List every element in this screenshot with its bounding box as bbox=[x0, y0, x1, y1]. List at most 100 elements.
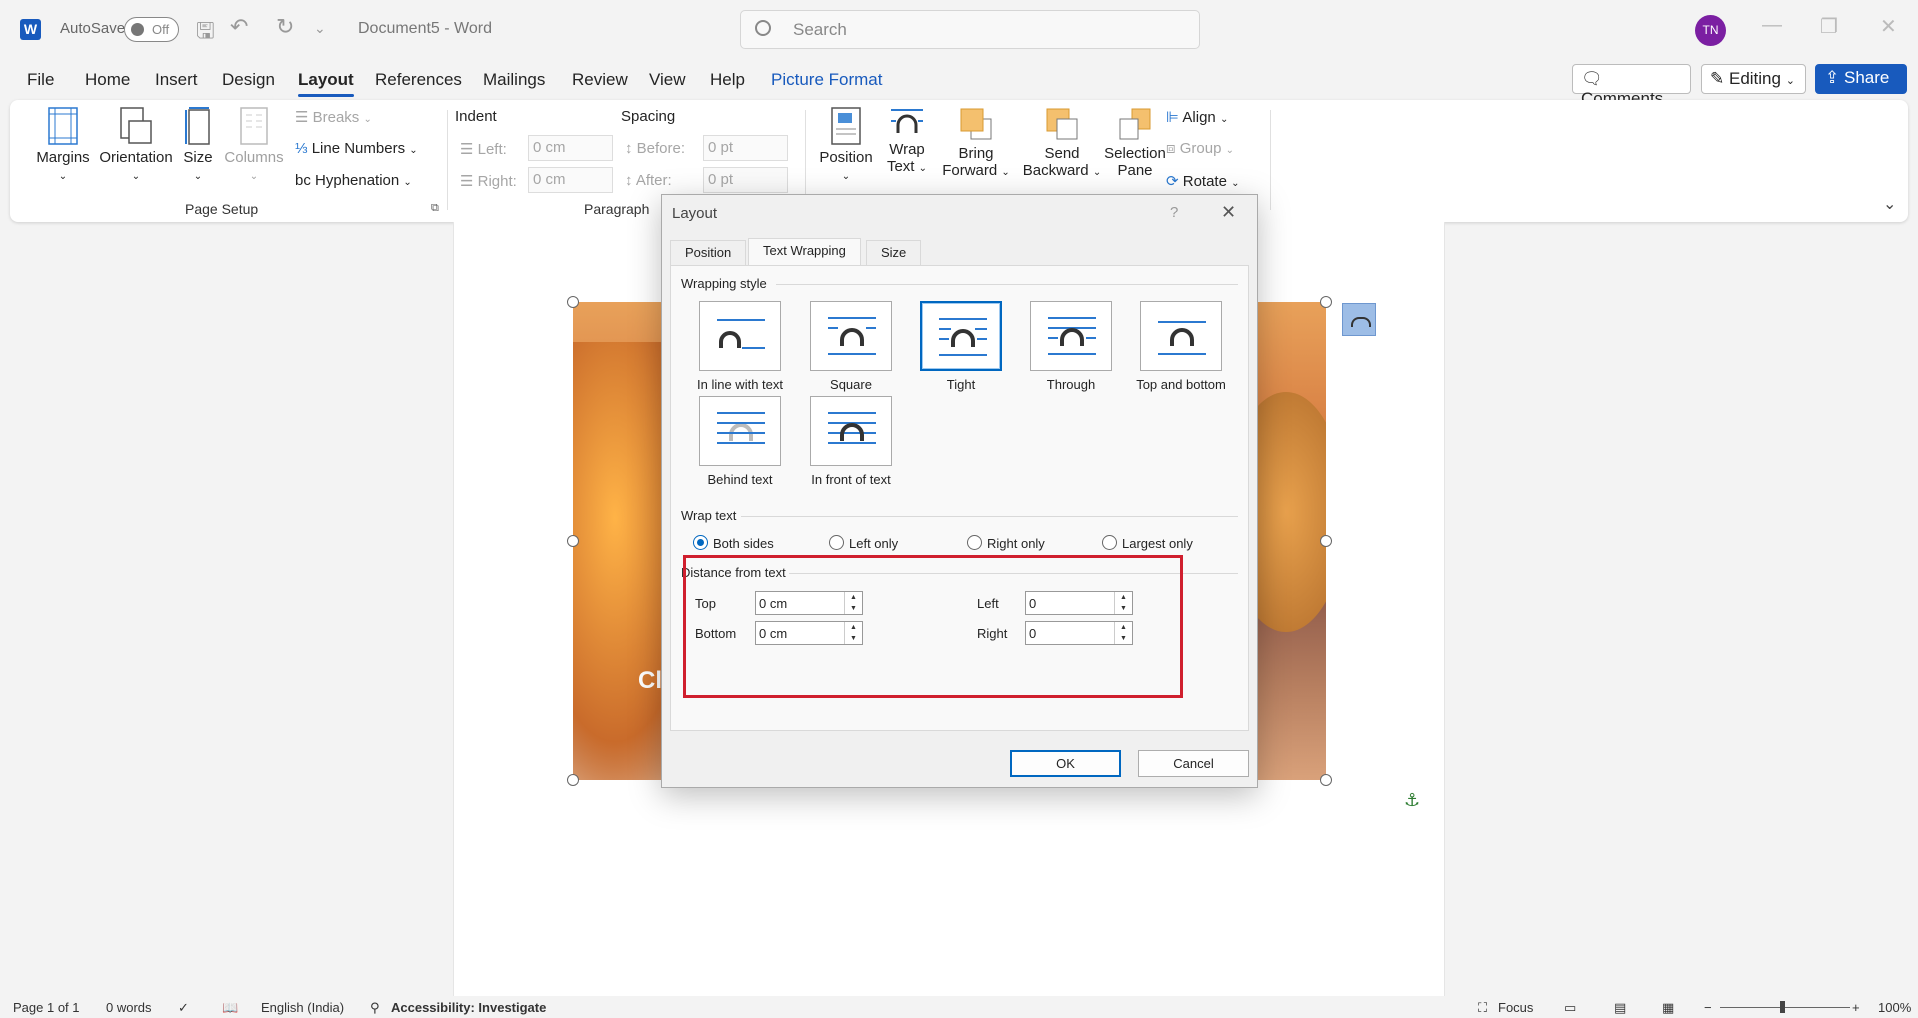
radio-right-only[interactable] bbox=[967, 535, 982, 550]
hyphenation-button[interactable]: bc Hyphenation ⌄ bbox=[295, 172, 412, 189]
selection-pane-button[interactable]: Selection Pane bbox=[1100, 107, 1170, 179]
send-backward-label-1: Send bbox=[1044, 145, 1080, 162]
wrap-style-inline[interactable] bbox=[699, 301, 781, 371]
indent-left-input[interactable]: 0 cm bbox=[528, 135, 613, 161]
proofing-icon[interactable]: ✓ bbox=[178, 1000, 189, 1016]
editing-label: Editing bbox=[1728, 69, 1781, 88]
close-icon[interactable]: ✕ bbox=[1221, 202, 1236, 223]
line-numbers-label: Line Numbers bbox=[311, 140, 406, 157]
print-layout-icon[interactable]: ▤ bbox=[1614, 1000, 1626, 1016]
resize-handle[interactable] bbox=[567, 774, 579, 786]
tab-file[interactable]: File bbox=[27, 70, 54, 90]
zoom-slider[interactable] bbox=[1720, 1007, 1850, 1008]
section-divider bbox=[741, 516, 1238, 517]
pencil-icon: ✎ bbox=[1710, 69, 1725, 88]
indent-right-input[interactable]: 0 cm bbox=[528, 167, 613, 193]
tab-insert[interactable]: Insert bbox=[155, 70, 198, 90]
redo-icon[interactable]: ↻ bbox=[276, 14, 294, 40]
share-button[interactable]: ⇪ Share bbox=[1815, 64, 1907, 94]
tab-references[interactable]: References bbox=[375, 70, 462, 90]
customize-qat-icon[interactable]: ⌄ bbox=[314, 20, 326, 37]
resize-handle[interactable] bbox=[1320, 535, 1332, 547]
wrap-text-button[interactable]: Wrap Text ⌄ bbox=[882, 107, 932, 175]
radio-largest-only[interactable] bbox=[1102, 535, 1117, 550]
orientation-button[interactable]: Orientation ⌄ bbox=[88, 107, 184, 183]
tab-view[interactable]: View bbox=[649, 70, 686, 90]
close-window-icon[interactable]: ✕ bbox=[1880, 14, 1897, 39]
columns-button[interactable]: Columns ⌄ bbox=[223, 107, 285, 183]
tab-size[interactable]: Size bbox=[866, 240, 922, 265]
wrap-style-top-bottom[interactable] bbox=[1140, 301, 1222, 371]
position-button[interactable]: Position ⌄ bbox=[816, 107, 876, 183]
wrap-text-label-1: Wrap bbox=[889, 141, 925, 158]
tab-home[interactable]: Home bbox=[85, 70, 130, 90]
book-icon[interactable]: 📖 bbox=[222, 1000, 238, 1016]
wrap-style-behind[interactable] bbox=[699, 396, 781, 466]
cancel-button[interactable]: Cancel bbox=[1138, 750, 1249, 777]
tab-review[interactable]: Review bbox=[572, 70, 628, 90]
help-icon[interactable]: ? bbox=[1170, 204, 1178, 221]
breaks-button[interactable]: ☰ Breaks ⌄ bbox=[295, 108, 372, 126]
spacing-after-input[interactable]: 0 pt bbox=[703, 167, 788, 193]
tab-position[interactable]: Position bbox=[670, 240, 747, 265]
tab-picture-format[interactable]: Picture Format bbox=[771, 70, 882, 90]
read-mode-icon[interactable]: ▭ bbox=[1564, 1000, 1576, 1016]
tab-mailings[interactable]: Mailings bbox=[483, 70, 545, 90]
editing-mode-button[interactable]: ✎ Editing ⌄ bbox=[1701, 64, 1806, 94]
resize-handle[interactable] bbox=[567, 296, 579, 308]
zoom-out-icon[interactable]: − bbox=[1704, 1000, 1712, 1015]
language[interactable]: English (India) bbox=[261, 1000, 344, 1015]
wrap-style-square-label: Square bbox=[830, 377, 872, 392]
resize-handle[interactable] bbox=[1320, 296, 1332, 308]
undo-icon[interactable]: ↶ bbox=[230, 14, 248, 40]
tab-help[interactable]: Help bbox=[710, 70, 745, 90]
collapse-ribbon-icon[interactable]: ⌄ bbox=[1883, 194, 1896, 214]
avatar[interactable]: TN bbox=[1695, 15, 1726, 46]
resize-handle[interactable] bbox=[1320, 774, 1332, 786]
wrap-style-through[interactable] bbox=[1030, 301, 1112, 371]
focus-button[interactable]: Focus bbox=[1498, 1000, 1533, 1015]
resize-handle[interactable] bbox=[567, 535, 579, 547]
minimize-icon[interactable]: — bbox=[1762, 14, 1782, 37]
align-button[interactable]: ⊫ Align ⌄ bbox=[1166, 108, 1228, 126]
search-box[interactable]: Search bbox=[740, 10, 1200, 49]
tight-wrap-icon bbox=[939, 318, 987, 356]
web-layout-icon[interactable]: ▦ bbox=[1662, 1000, 1674, 1016]
dialog-launcher-icon[interactable]: ⧉ bbox=[431, 202, 439, 215]
radio-both-sides[interactable] bbox=[693, 535, 708, 550]
page-count[interactable]: Page 1 of 1 bbox=[13, 1000, 80, 1015]
ok-button[interactable]: OK bbox=[1010, 750, 1121, 777]
hyphenation-label: Hyphenation bbox=[315, 172, 400, 189]
spacing-before-input[interactable]: 0 pt bbox=[703, 135, 788, 161]
chevron-down-icon: ⌄ bbox=[1219, 114, 1229, 125]
layout-options-icon[interactable] bbox=[1342, 303, 1376, 336]
send-backward-button[interactable]: Send Backward ⌄ bbox=[1019, 107, 1105, 179]
wrap-style-through-label: Through bbox=[1046, 377, 1096, 392]
tab-design[interactable]: Design bbox=[222, 70, 275, 90]
line-numbers-button[interactable]: ⅓ Line Numbers ⌄ bbox=[295, 140, 418, 157]
autosave-toggle[interactable]: Off bbox=[124, 17, 179, 42]
bring-forward-label-2: Forward bbox=[942, 162, 998, 179]
bring-forward-button[interactable]: Bring Forward ⌄ bbox=[938, 107, 1014, 179]
save-icon[interactable]: 🖫 bbox=[196, 14, 215, 52]
wrap-style-in-front[interactable] bbox=[810, 396, 892, 466]
tab-layout[interactable]: Layout bbox=[298, 70, 354, 97]
zoom-slider-thumb[interactable] bbox=[1780, 1001, 1785, 1013]
zoom-level[interactable]: 100% bbox=[1878, 1000, 1911, 1015]
restore-icon[interactable]: ❐ bbox=[1820, 14, 1838, 39]
zoom-in-icon[interactable]: + bbox=[1852, 1000, 1860, 1015]
page-setup-group-label: Page Setup bbox=[185, 201, 259, 217]
word-count[interactable]: 0 words bbox=[106, 1000, 152, 1015]
wrap-text-label-2: Text bbox=[886, 158, 915, 175]
comments-button[interactable]: 🗨 Comments bbox=[1572, 64, 1691, 108]
radio-left-only[interactable] bbox=[829, 535, 844, 550]
wrapping-style-label: Wrapping style bbox=[681, 276, 767, 291]
rotate-button[interactable]: ⟳ Rotate ⌄ bbox=[1166, 172, 1240, 190]
group-button[interactable]: ⧈ Group ⌄ bbox=[1166, 140, 1234, 157]
accessibility-status[interactable]: Accessibility: Investigate bbox=[391, 1000, 546, 1015]
size-button[interactable]: Size ⌄ bbox=[175, 107, 221, 183]
focus-icon: ⛶ bbox=[1478, 1000, 1488, 1015]
wrap-style-square[interactable] bbox=[810, 301, 892, 371]
tab-text-wrapping[interactable]: Text Wrapping bbox=[748, 238, 861, 265]
wrap-style-tight[interactable] bbox=[920, 301, 1002, 371]
